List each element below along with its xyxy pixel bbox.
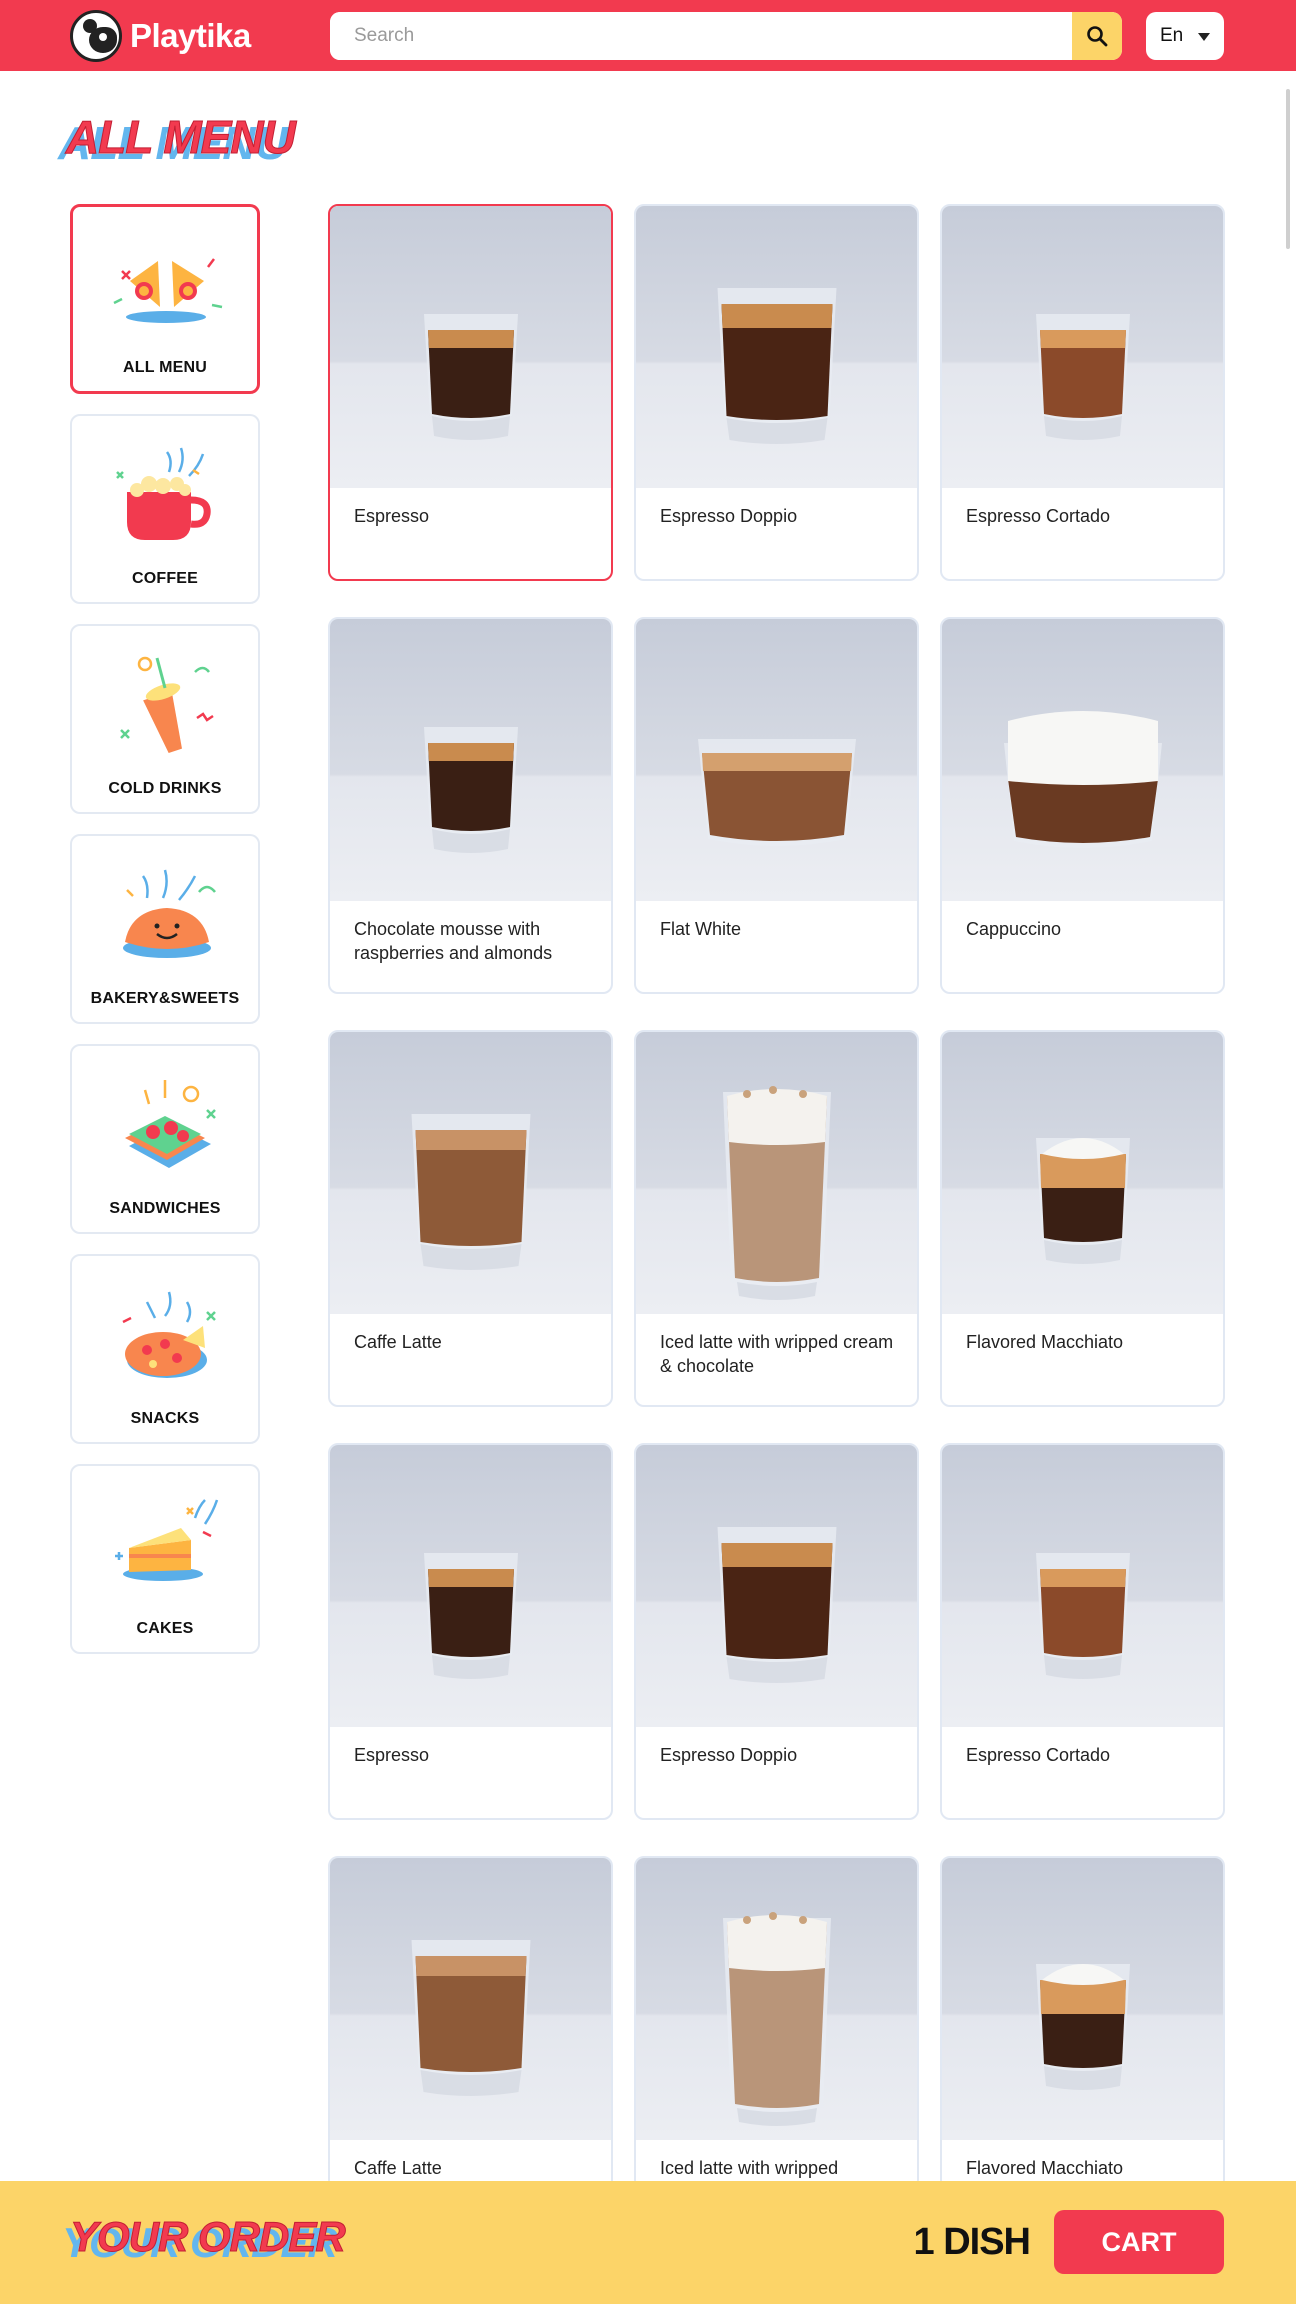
search-input[interactable] (330, 12, 1072, 60)
product-name: Espresso Doppio (660, 506, 798, 526)
product-image (942, 619, 1223, 901)
dish-count: 1 DISH (913, 2221, 1031, 2263)
product-image (636, 1032, 917, 1314)
product-name: Espresso Cortado (966, 1745, 1111, 1765)
product-name: Iced latte with wripped cream & chocolat… (660, 1332, 894, 1376)
product-image (942, 1032, 1223, 1314)
macchiato-glass-icon (1035, 1964, 1130, 2090)
product-card-flavored-macchiato[interactable]: Flavored Macchiato (940, 1856, 1225, 2190)
product-image (942, 206, 1223, 488)
product-card-flavored-macchiato[interactable]: Flavored Macchiato (940, 1030, 1225, 1407)
latte-glass-icon (411, 1940, 530, 2096)
cold-drink-icon (120, 656, 214, 754)
product-card-espresso-doppio[interactable]: Espresso Doppio (634, 204, 919, 581)
sidebar-item-cold-drinks[interactable]: COLD DRINKS (70, 624, 260, 814)
product-name: Caffe Latte (354, 2158, 442, 2178)
product-card-espresso[interactable]: Espresso (328, 204, 613, 581)
cart-button[interactable]: CART (1054, 2210, 1224, 2274)
cappuccino-glass-icon (1003, 711, 1162, 848)
product-card-espresso-doppio[interactable]: Espresso Doppio (634, 1443, 919, 1820)
sidebar-item-bakery-sweets[interactable]: BAKERY&SWEETS (70, 834, 260, 1024)
product-image (636, 1445, 917, 1727)
product-image (330, 1858, 611, 2140)
party-popper-icon (113, 258, 223, 323)
order-title-text: YOUR ORDER (70, 2213, 347, 2261)
product-card-chocolate-mousse[interactable]: Chocolate mousse with raspberries and al… (328, 617, 613, 994)
espresso-glass-icon (717, 288, 836, 444)
product-card-caffe-latte[interactable]: Caffe Latte (328, 1030, 613, 1407)
chevron-down-icon (1198, 33, 1210, 41)
product-image (942, 1858, 1223, 2140)
product-name: Flat White (660, 919, 742, 939)
sandwich-icon (125, 1080, 216, 1168)
language-selector[interactable]: En (1146, 12, 1224, 60)
product-image (330, 1032, 611, 1314)
brand-name: Playtika (130, 17, 251, 54)
product-image (330, 1445, 611, 1727)
product-card-caffe-latte[interactable]: Caffe Latte (328, 1856, 613, 2190)
iced-latte-glass-icon (722, 1086, 831, 1300)
product-card-espresso[interactable]: Espresso (328, 1443, 613, 1820)
order-bar: YOUR ORDER YOUR ORDER 1 DISH CART (0, 2181, 1296, 2304)
product-name: Espresso Cortado (966, 506, 1111, 526)
espresso-glass-icon (717, 1527, 836, 1683)
product-image (942, 1445, 1223, 1727)
sidebar-item-label: SNACKS (130, 1410, 200, 1427)
flat-white-glass-icon (697, 739, 856, 846)
product-card-iced-latte[interactable]: Iced latte with wripped (634, 1856, 919, 2190)
page-title-text: ALL MENU (66, 111, 297, 164)
page-scrollbar[interactable] (1278, 71, 1296, 2181)
sidebar-item-label: COFFEE (131, 570, 199, 587)
sidebar-item-label: COLD DRINKS (108, 780, 222, 797)
coffee-cup-icon (116, 447, 211, 540)
product-name: Caffe Latte (354, 1332, 442, 1352)
search-icon (1087, 26, 1108, 47)
sidebar-item-snacks[interactable]: SNACKS (70, 1254, 260, 1444)
espresso-glass-icon (423, 314, 518, 440)
sidebar-item-label: CAKES (136, 1620, 194, 1637)
cake-icon (115, 1499, 219, 1581)
product-card-espresso-cortado[interactable]: Espresso Cortado (940, 204, 1225, 581)
espresso-glass-icon (423, 1553, 518, 1679)
product-card-espresso-cortado[interactable]: Espresso Cortado (940, 1443, 1225, 1820)
product-image (636, 1858, 917, 2140)
cortado-glass-icon (1035, 314, 1130, 440)
product-name: Chocolate mousse with raspberries and al… (354, 919, 553, 963)
sidebar-item-cakes[interactable]: CAKES (70, 1464, 260, 1654)
sidebar-item-sandwiches[interactable]: SANDWICHES (70, 1044, 260, 1234)
product-name: Flavored Macchiato (966, 1332, 1124, 1352)
product-name: Flavored Macchiato (966, 2158, 1124, 2178)
brand-logo[interactable]: Playtika (70, 10, 251, 62)
macchiato-glass-icon (1035, 1138, 1130, 1264)
product-image (636, 619, 917, 901)
pizza-icon (122, 1291, 216, 1378)
product-name: Iced latte with wripped (660, 2158, 839, 2178)
search-bar (330, 12, 1122, 60)
croissant-icon (123, 869, 216, 958)
cortado-glass-icon (1035, 1553, 1130, 1679)
scrollbar-thumb[interactable] (1286, 89, 1290, 249)
espresso-glass-icon (423, 727, 518, 853)
sidebar-item-label: BAKERY&SWEETS (90, 990, 240, 1007)
sidebar-item-all-menu[interactable]: ALL MENU (70, 204, 260, 394)
latte-glass-icon (411, 1114, 530, 1270)
top-header: Playtika En (0, 0, 1296, 71)
iced-latte-glass-icon (722, 1912, 831, 2126)
product-image (330, 206, 611, 488)
product-name: Espresso (354, 506, 430, 526)
search-button[interactable] (1072, 12, 1122, 60)
product-card-iced-latte[interactable]: Iced latte with wripped cream & chocolat… (634, 1030, 919, 1407)
product-card-cappuccino[interactable]: Cappuccino (940, 617, 1225, 994)
product-card-flat-white[interactable]: Flat White (634, 617, 919, 994)
language-label: En (1160, 25, 1184, 46)
product-name: Cappuccino (966, 919, 1062, 939)
product-image (330, 619, 611, 901)
product-name: Espresso (354, 1745, 430, 1765)
panther-logo-icon (70, 10, 122, 62)
product-name: Espresso Doppio (660, 1745, 798, 1765)
sidebar-item-coffee[interactable]: COFFEE (70, 414, 260, 604)
product-image (636, 206, 917, 488)
sidebar-item-label: SANDWICHES (109, 1200, 221, 1217)
sidebar-item-label: ALL MENU (123, 359, 207, 376)
